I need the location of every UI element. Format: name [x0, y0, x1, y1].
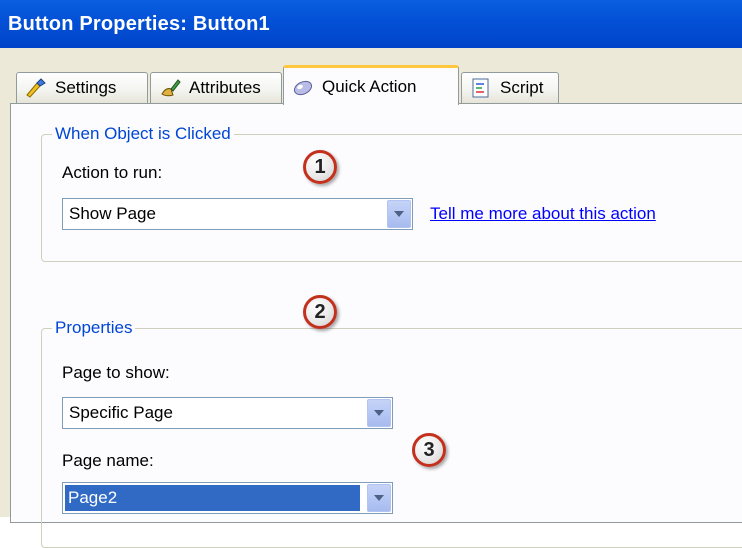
settings-icon	[25, 77, 47, 99]
action-select-value: Show Page	[69, 204, 156, 223]
action-select[interactable]: Show Page	[62, 198, 413, 230]
when-clicked-group: When Object is Clicked Action to run: Sh…	[41, 124, 742, 262]
tab-attributes-label: Attributes	[189, 78, 261, 97]
chevron-down-icon[interactable]	[367, 399, 391, 427]
tab-script-label: Script	[500, 78, 544, 97]
chevron-down-icon[interactable]	[367, 484, 391, 512]
help-link[interactable]: Tell me more about this action	[430, 204, 656, 224]
page-to-show-select[interactable]: Specific Page	[62, 397, 393, 429]
quick-action-panel: When Object is Clicked Action to run: Sh…	[10, 103, 742, 548]
tab-strip: Settings Attributes Quick Action Script	[0, 48, 742, 105]
callout-1: 1	[303, 150, 337, 184]
tab-settings[interactable]: Settings	[16, 72, 148, 103]
callout-3: 3	[412, 433, 446, 467]
dialog-body: Settings Attributes Quick Action Script …	[0, 48, 742, 548]
chevron-down-icon[interactable]	[387, 200, 411, 228]
quick-action-icon	[292, 76, 314, 98]
tab-quick-action-label: Quick Action	[322, 76, 417, 96]
window-title: Button Properties: Button1	[0, 0, 742, 48]
callout-2: 2	[303, 295, 337, 329]
page-name-label: Page name:	[62, 451, 154, 470]
properties-group: Properties Page to show: Specific Page P…	[41, 318, 742, 548]
page-to-show-value: Specific Page	[69, 403, 173, 422]
tab-settings-label: Settings	[55, 78, 117, 97]
script-icon	[470, 77, 492, 99]
tab-quick-action[interactable]: Quick Action	[283, 65, 459, 105]
page-to-show-label: Page to show:	[62, 363, 170, 382]
tab-script[interactable]: Script	[461, 72, 559, 103]
page-name-select[interactable]: Page2	[62, 482, 393, 514]
action-label: Action to run:	[62, 163, 163, 182]
when-clicked-legend: When Object is Clicked	[52, 124, 234, 144]
tab-attributes[interactable]: Attributes	[150, 72, 282, 103]
page-name-value: Page2	[65, 485, 360, 511]
properties-legend: Properties	[52, 318, 136, 338]
attributes-icon	[159, 77, 181, 99]
